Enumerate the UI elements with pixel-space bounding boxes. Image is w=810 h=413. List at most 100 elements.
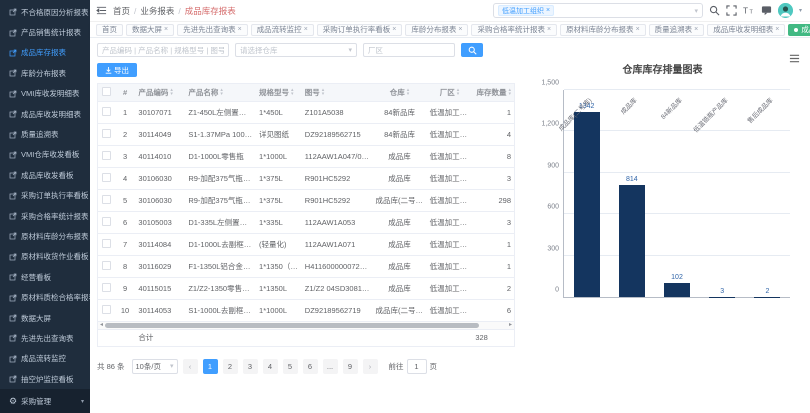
page-number-button[interactable]: 4 xyxy=(263,359,278,374)
sort-icons[interactable]: ▴▾ xyxy=(170,89,173,96)
scroll-right-icon[interactable]: ▸ xyxy=(509,322,512,328)
sidebar-item[interactable]: 产品销售统计报表 xyxy=(0,22,90,42)
close-tab-icon[interactable]: × xyxy=(164,26,168,33)
page-number-button[interactable]: 5 xyxy=(283,359,298,374)
search-button[interactable] xyxy=(461,43,483,57)
sidebar-item[interactable]: VMI仓库收发看板 xyxy=(0,145,90,165)
sidebar-item[interactable]: 成品库收发看板 xyxy=(0,165,90,185)
export-button[interactable]: 导出 xyxy=(97,63,137,77)
column-header[interactable]: 仓库▴▾ xyxy=(373,84,427,101)
bar-成品库[interactable] xyxy=(619,185,645,297)
row-checkbox[interactable] xyxy=(102,261,111,270)
page-number-button[interactable]: 9 xyxy=(343,359,358,374)
page-number-button[interactable]: 1 xyxy=(203,359,218,374)
close-tab-icon[interactable]: × xyxy=(547,26,551,33)
sort-icons[interactable]: ▴▾ xyxy=(322,89,325,96)
page-number-button[interactable]: 2 xyxy=(223,359,238,374)
row-checkbox[interactable] xyxy=(102,107,111,116)
tab-item[interactable]: 成品流转监控× xyxy=(251,24,314,36)
sidebar-item[interactable]: 成品库收发明细表 xyxy=(0,104,90,124)
close-tab-icon[interactable]: × xyxy=(304,26,308,33)
prev-page-button[interactable]: ‹ xyxy=(183,359,198,374)
sidebar-item[interactable]: 成品库存报表 xyxy=(0,43,90,63)
sort-icons[interactable]: ▴▾ xyxy=(291,89,294,96)
search-icon[interactable] xyxy=(709,5,720,16)
chart-menu-icon[interactable] xyxy=(789,51,800,69)
scrollbar-thumb[interactable] xyxy=(105,323,479,328)
breadcrumb-item[interactable]: 业务报表 xyxy=(140,5,174,17)
row-checkbox[interactable] xyxy=(102,239,111,248)
warehouse-select[interactable]: 请选择仓库 ▾ xyxy=(235,43,357,57)
close-tab-icon[interactable]: × xyxy=(392,26,396,33)
sidebar-item[interactable]: 数据大屏 xyxy=(0,308,90,328)
sort-icons[interactable]: ▴▾ xyxy=(457,89,460,96)
sidebar-item[interactable]: 抽空炉监控看板 xyxy=(0,369,90,389)
goto-page-input[interactable] xyxy=(407,359,427,374)
remove-tag-icon[interactable]: × xyxy=(546,7,550,14)
sidebar-item[interactable]: 采购合格率统计报表 xyxy=(0,206,90,226)
user-avatar[interactable] xyxy=(778,3,793,18)
column-header[interactable]: 产品名称▴▾ xyxy=(185,84,256,101)
column-header[interactable]: 规格型号▴▾ xyxy=(256,84,302,101)
area-input[interactable] xyxy=(363,43,455,57)
sort-icons[interactable]: ▴▾ xyxy=(407,89,410,96)
sidebar-item[interactable]: 原材料库龄分布报表 xyxy=(0,226,90,246)
sidebar-item[interactable]: 库龄分布报表 xyxy=(0,63,90,83)
scrollbar-track[interactable] xyxy=(105,323,507,328)
keyword-input[interactable] xyxy=(97,43,229,57)
row-checkbox[interactable] xyxy=(102,195,111,204)
close-tab-icon[interactable]: × xyxy=(775,26,779,33)
sidebar-section-purchase-management[interactable]: ⚙ 采购管理 ▾ xyxy=(0,389,90,413)
page-number-button[interactable]: 6 xyxy=(303,359,318,374)
tab-item[interactable]: 先进先出查询表× xyxy=(177,24,248,36)
tab-item[interactable]: 采购合格率统计报表× xyxy=(471,24,557,36)
sidebar-item[interactable]: 原材料收货作业看板 xyxy=(0,247,90,267)
user-menu-caret-icon[interactable]: ▾ xyxy=(799,7,802,14)
horizontal-scrollbar[interactable]: ◂ ▸ xyxy=(97,322,515,330)
collapse-sidebar-icon[interactable] xyxy=(96,5,107,16)
tab-item[interactable]: 采购订单执行率看板× xyxy=(317,24,403,36)
sidebar-item[interactable]: 不合格原因分析报表 xyxy=(0,2,90,22)
tab-item[interactable]: 成品库收发明细表× xyxy=(707,24,785,36)
close-tab-icon[interactable]: × xyxy=(458,26,462,33)
row-checkbox[interactable] xyxy=(102,151,111,160)
sidebar-item[interactable]: 原材料质检合格率报表 xyxy=(0,287,90,307)
sidebar-item[interactable]: 成品流转监控 xyxy=(0,349,90,369)
tab-item[interactable]: 数据大屏× xyxy=(126,24,174,36)
column-header[interactable]: 库存数量▴▾ xyxy=(472,84,514,101)
breadcrumb-item[interactable]: 首页 xyxy=(113,5,130,17)
page-number-button[interactable]: 3 xyxy=(243,359,258,374)
page-size-select[interactable]: 10条/页 ▾ xyxy=(132,359,178,374)
scroll-left-icon[interactable]: ◂ xyxy=(100,322,103,328)
sort-icons[interactable]: ▴▾ xyxy=(220,89,223,96)
tab-item[interactable]: 原材料库龄分布报表× xyxy=(560,24,646,36)
column-header[interactable]: 厂区▴▾ xyxy=(427,84,473,101)
column-header[interactable]: 图号▴▾ xyxy=(302,84,373,101)
sidebar-item[interactable]: 采购订单执行率看板 xyxy=(0,186,90,206)
close-tab-icon[interactable]: × xyxy=(694,26,698,33)
bar-成品库(二号库)[interactable] xyxy=(574,112,600,297)
row-checkbox[interactable] xyxy=(102,305,111,314)
row-checkbox[interactable] xyxy=(102,129,111,138)
organization-select[interactable]: 低温加工组织 × ▾ xyxy=(493,3,703,18)
select-all-checkbox[interactable] xyxy=(102,87,111,96)
fullscreen-icon[interactable] xyxy=(726,5,737,16)
close-tab-icon[interactable]: × xyxy=(238,26,242,33)
message-icon[interactable] xyxy=(761,5,772,16)
close-tab-icon[interactable]: × xyxy=(636,26,640,33)
breadcrumb-item[interactable]: 成品库存报表 xyxy=(185,5,236,17)
page-ellipsis[interactable]: ... xyxy=(323,359,338,374)
tab-active[interactable]: 成品库存报表× xyxy=(788,24,810,36)
font-size-icon[interactable]: TT xyxy=(743,5,755,16)
tab-item[interactable]: 库龄分布报表× xyxy=(405,24,468,36)
sidebar-item[interactable]: 质量追溯表 xyxy=(0,124,90,144)
tab-item[interactable]: 首页 xyxy=(96,24,123,36)
row-checkbox[interactable] xyxy=(102,283,111,292)
bar-84新品库[interactable] xyxy=(664,283,690,297)
row-checkbox[interactable] xyxy=(102,217,111,226)
sidebar-item[interactable]: VMI库收发明细表 xyxy=(0,84,90,104)
row-checkbox[interactable] xyxy=(102,173,111,182)
next-page-button[interactable]: › xyxy=(363,359,378,374)
sidebar-item[interactable]: 经营看板 xyxy=(0,267,90,287)
column-header[interactable]: 产品编码▴▾ xyxy=(135,84,185,101)
